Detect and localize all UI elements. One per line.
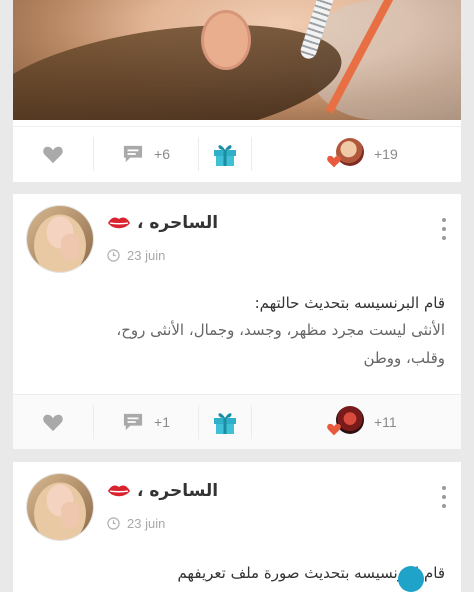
status-text: قام البرنسيسه بتحديث حالتهم: — [254, 294, 445, 312]
reactions-summary[interactable]: +19 — [251, 137, 461, 171]
comment-button[interactable]: +1 — [93, 405, 198, 439]
reaction-avatar — [327, 138, 364, 170]
post-body: قام البرنسيسه بتحديث صورة ملف تعريفهم — [29, 560, 445, 586]
clock-icon — [107, 249, 120, 262]
avatar[interactable] — [27, 206, 93, 272]
reaction-count: +11 — [374, 414, 397, 430]
avatar[interactable] — [27, 474, 93, 540]
reaction-count: +19 — [374, 146, 398, 162]
post-card: الساحره ، 23 juin قام البرنسيسه بتحديث ص… — [13, 462, 461, 592]
gift-button[interactable] — [198, 137, 251, 171]
post-body: قام البرنسيسه بتحديث حالتهم: الأنثى ليست… — [29, 290, 445, 372]
status-text: قام البرنسيسه بتحديث صورة ملف تعريفهم — [177, 564, 445, 582]
body-line: وقلب، ووطن — [363, 349, 445, 367]
gift-button[interactable] — [198, 405, 251, 439]
more-options-icon[interactable] — [441, 218, 447, 240]
reactions-summary[interactable]: +11 — [251, 405, 461, 439]
post-action-bar: +1 +11 — [13, 394, 461, 449]
post-header: الساحره ، 23 juin — [13, 462, 461, 552]
post-card: الساحره ، 23 juin قام البرنسيسه بتحديث ح… — [13, 194, 461, 449]
body-line: الأنثى ليست مجرد مظهر، وجسد، وجمال، الأن… — [116, 321, 445, 339]
like-button[interactable] — [13, 395, 93, 449]
post-header: الساحره ، 23 juin — [13, 194, 461, 284]
gift-icon — [214, 145, 236, 166]
author-name[interactable]: الساحره ، — [137, 213, 218, 233]
gift-icon — [214, 413, 236, 434]
heart-icon — [43, 146, 63, 164]
floating-action-button[interactable] — [398, 566, 424, 592]
post-photo[interactable] — [13, 0, 461, 120]
post-date-row: 23 juin — [107, 516, 165, 531]
post-card: +6 +19 — [13, 0, 461, 182]
post-date[interactable]: 23 juin — [127, 516, 165, 531]
author-row: الساحره ، — [107, 481, 218, 501]
lips-icon — [108, 217, 130, 229]
heart-icon — [43, 414, 63, 432]
lips-icon — [108, 485, 130, 497]
clock-icon — [107, 517, 120, 530]
author-row: الساحره ، — [107, 213, 218, 233]
post-date[interactable]: 23 juin — [127, 248, 165, 263]
more-options-icon[interactable] — [441, 486, 447, 508]
post-date-row: 23 juin — [107, 248, 165, 263]
comment-icon — [123, 413, 143, 431]
comment-button[interactable]: +6 — [93, 137, 198, 171]
comment-icon — [123, 145, 143, 163]
comment-count: +6 — [154, 146, 170, 162]
heart-icon — [327, 155, 341, 168]
post-action-bar: +6 +19 — [13, 126, 461, 181]
reaction-avatar — [327, 406, 364, 438]
like-button[interactable] — [13, 127, 93, 181]
heart-icon — [327, 423, 341, 436]
author-name[interactable]: الساحره ، — [137, 481, 218, 501]
comment-count: +1 — [154, 414, 170, 430]
